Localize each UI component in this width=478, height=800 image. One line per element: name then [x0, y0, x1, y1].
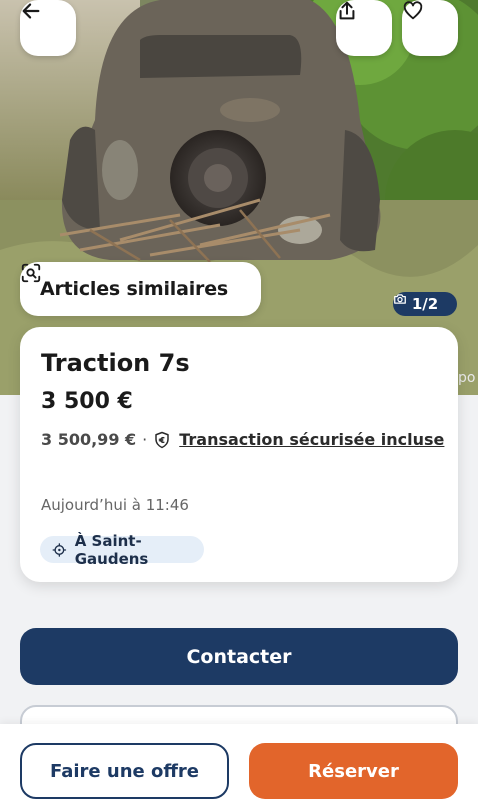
location-text: À Saint-Gaudens	[74, 531, 149, 568]
secure-transaction-link[interactable]: Transaction sécurisée incluse	[179, 430, 444, 449]
heart-icon	[403, 1, 423, 20]
location-chip[interactable]: À Saint-Gaudens	[40, 532, 204, 568]
similar-items-button[interactable]: Articles similaires	[20, 262, 261, 316]
listing-date: Aujourd’hui à 11:46	[41, 496, 189, 514]
contact-button[interactable]: Contacter	[20, 628, 458, 685]
make-offer-button[interactable]: Faire une offre	[20, 743, 229, 799]
back-button[interactable]	[20, 0, 76, 56]
listing-title: Traction 7s	[41, 349, 190, 377]
price-with-protection: 3 500,99 € · Transaction sécurisée inclu…	[41, 430, 444, 449]
photo-counter-badge: 1/2	[393, 292, 457, 316]
listing-page: Articles similaires 1/2 po Traction 7s 3…	[0, 0, 478, 800]
euro-shield-icon	[155, 431, 169, 448]
listing-price: 3 500 €	[41, 389, 133, 414]
photo-counter-text: 1/2	[411, 295, 439, 313]
location-target-icon	[52, 542, 67, 557]
bottom-action-bar: Faire une offre Réserver	[0, 724, 478, 800]
camera-icon	[394, 294, 406, 304]
share-icon	[339, 1, 355, 20]
visual-search-icon	[21, 263, 41, 283]
total-price: 3 500,99 €	[41, 430, 137, 449]
reserve-button[interactable]: Réserver	[249, 743, 458, 799]
listing-info-card: Traction 7s 3 500 € 3 500,99 € · Transac…	[20, 327, 458, 582]
arrow-left-icon	[22, 3, 40, 19]
photo-edge-text: po	[458, 370, 476, 386]
similar-items-label: Articles similaires	[40, 278, 228, 300]
separator-dot: ·	[142, 430, 148, 449]
favorite-button[interactable]	[402, 0, 458, 56]
share-button[interactable]	[336, 0, 392, 56]
